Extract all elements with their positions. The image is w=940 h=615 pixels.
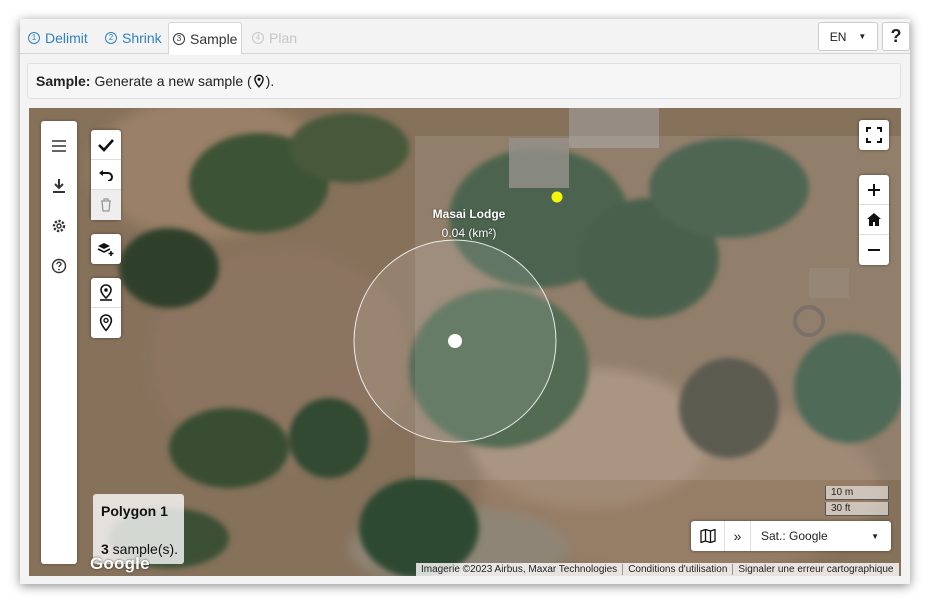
map-attribution: Imagerie ©2023 Airbus, Maxar Technologie…	[416, 563, 899, 576]
basemap-select[interactable]: Sat.: Google ▼	[751, 521, 891, 551]
fullscreen-icon	[866, 127, 882, 143]
map-type-button[interactable]	[691, 521, 725, 551]
instruction-title: Sample:	[36, 73, 91, 89]
step-number-icon: 2	[105, 32, 117, 44]
tab-bar: 1 Delimit 2 Shrink 3 Sample 4 Plan EN ▼ …	[20, 19, 910, 55]
google-logo: Google	[90, 554, 150, 573]
language-select[interactable]: EN ▼	[818, 22, 878, 51]
home-button[interactable]	[859, 205, 889, 235]
edit-toolbar	[91, 130, 121, 220]
site-name: Masai Lodge	[432, 207, 506, 221]
yellow-marker[interactable]	[551, 191, 563, 203]
undo-icon	[99, 169, 113, 181]
tab-shrink[interactable]: 2 Shrink	[101, 22, 166, 54]
tab-label: Delimit	[45, 30, 88, 46]
scale-bar: 10 m 30 ft	[825, 486, 889, 518]
imagery-credit: Imagerie ©2023 Airbus, Maxar Technologie…	[416, 564, 624, 575]
fullscreen-button[interactable]	[859, 120, 889, 150]
basemap-value: Sat.: Google	[761, 529, 828, 543]
sample-point[interactable]	[448, 334, 462, 348]
undo-button[interactable]	[91, 160, 121, 190]
report-error-link[interactable]: Signaler une erreur cartographique	[733, 564, 898, 575]
download-icon[interactable]	[50, 177, 68, 195]
zoom-in-button[interactable]	[859, 175, 889, 205]
delete-button	[91, 190, 121, 220]
expand-chevron-icon[interactable]: »	[725, 521, 751, 551]
instruction-text-end: ).	[265, 73, 275, 89]
tab-label: Shrink	[122, 30, 162, 46]
polygon-title: Polygon 1	[101, 503, 168, 519]
scale-metric: 10 m	[825, 486, 889, 500]
instruction-bar: Sample: Generate a new sample ( ).	[27, 63, 901, 99]
map-pin-icon	[99, 314, 113, 332]
map-pin-icon	[253, 74, 264, 88]
site-label: Masai Lodge 0.04 (km²)	[422, 205, 516, 243]
app-frame: 1 Delimit 2 Shrink 3 Sample 4 Plan EN ▼ …	[20, 19, 910, 584]
check-icon	[98, 138, 114, 152]
tab-plan: 4 Plan	[248, 22, 301, 54]
caret-down-icon: ▼	[871, 532, 879, 541]
place-marker-button[interactable]	[91, 278, 121, 308]
site-area: 0.04 (km²)	[441, 226, 497, 240]
tab-label: Sample	[190, 30, 238, 47]
basemap-control: » Sat.: Google ▼	[691, 521, 891, 551]
home-icon	[867, 213, 881, 226]
instruction-text: Generate a new sample (	[94, 73, 252, 89]
sample-toolbar	[91, 278, 121, 338]
scale-imperial: 30 ft	[825, 502, 889, 516]
help-button[interactable]: ?	[882, 22, 910, 51]
step-number-icon: 3	[173, 32, 185, 45]
minus-icon	[868, 249, 880, 251]
tab-sample[interactable]: 3 Sample	[168, 22, 243, 55]
new-sample-button[interactable]	[91, 308, 121, 338]
map-view[interactable]: Masai Lodge 0.04 (km²) Polygon 1 3 sampl…	[29, 108, 901, 576]
step-number-icon: 1	[28, 32, 40, 44]
confirm-button[interactable]	[91, 130, 121, 160]
zoom-out-button[interactable]	[859, 235, 889, 265]
terms-link[interactable]: Conditions d'utilisation	[623, 564, 734, 575]
map-icon	[699, 529, 716, 543]
layers-toolbar	[91, 234, 121, 264]
menu-icon[interactable]	[50, 137, 68, 155]
step-number-icon: 4	[252, 32, 264, 44]
trash-icon	[101, 198, 111, 212]
layers-plus-icon	[97, 243, 114, 256]
language-value: EN	[829, 29, 847, 44]
help-circle-icon[interactable]	[50, 257, 68, 275]
add-layer-button[interactable]	[91, 234, 121, 264]
settings-gear-icon[interactable]	[50, 217, 68, 235]
caret-down-icon: ▼	[858, 32, 867, 41]
tab-label: Plan	[269, 30, 298, 46]
tab-delimit[interactable]: 1 Delimit	[24, 22, 92, 54]
side-panel	[41, 121, 77, 564]
person-pin-icon	[100, 283, 112, 301]
zoom-controls	[859, 175, 889, 265]
plus-icon	[868, 183, 880, 196]
